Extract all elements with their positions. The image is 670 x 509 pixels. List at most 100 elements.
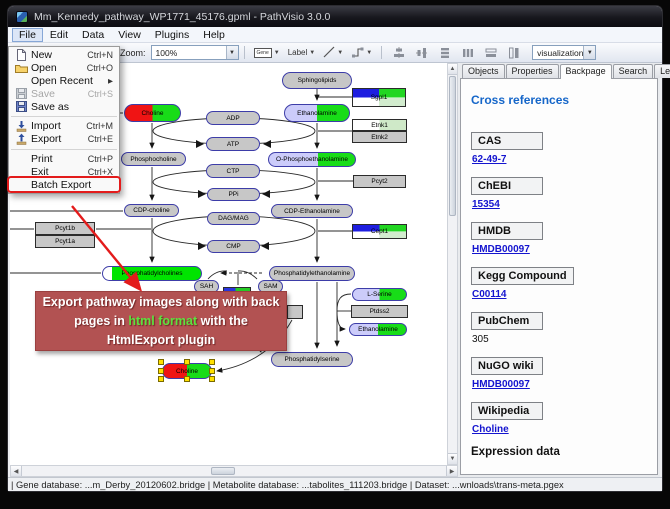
menu-separator — [11, 149, 117, 150]
crossref-entry-cas: CAS62-49-7 — [471, 131, 649, 165]
menu-file[interactable]: File — [12, 28, 43, 42]
visualization-combobox[interactable]: visualization ▼ — [532, 45, 596, 60]
crossref-source-box: Kegg Compound — [471, 267, 574, 285]
node-o-phosphoethanolamine[interactable]: O-Phosphoethanolamine — [268, 152, 356, 167]
file-menu-item-open-recent[interactable]: Open Recent▶ — [9, 75, 119, 88]
tab-search[interactable]: Search — [613, 64, 654, 78]
distribute-vertical-icon[interactable] — [435, 44, 454, 61]
file-menu-item-save-as[interactable]: Save as — [9, 100, 119, 113]
menu-edit[interactable]: Edit — [43, 28, 75, 42]
file-menu-item-new[interactable]: NewCtrl+N — [9, 49, 119, 62]
node-cept1[interactable]: Cept1 — [352, 224, 407, 239]
chevron-down-icon[interactable]: ▼ — [366, 50, 372, 56]
tab-legend[interactable]: Legend — [654, 64, 670, 78]
chevron-down-icon[interactable]: ▼ — [583, 46, 595, 59]
canvas-vertical-scrollbar[interactable]: ▲ ▼ — [447, 63, 458, 465]
node-cdp-ethanolamine[interactable]: CDP-Ethanolamine — [271, 204, 353, 218]
align-center-vertical-icon[interactable] — [389, 44, 408, 61]
node-cmp[interactable]: CMP — [207, 240, 260, 253]
common-width-icon[interactable] — [481, 44, 500, 61]
datanode-tool-button[interactable]: Gene ▼ — [251, 44, 283, 61]
selection-handle[interactable] — [184, 359, 190, 365]
connector-tool-button[interactable]: ▼ — [348, 44, 375, 61]
file-menu-item-exit[interactable]: ExitCtrl+X — [9, 165, 119, 178]
scroll-up-icon[interactable]: ▲ — [448, 64, 457, 75]
menu-help[interactable]: Help — [196, 28, 232, 42]
node-phosphatidylcholines[interactable]: Phosphatidylcholines — [102, 266, 202, 281]
new-document-icon — [13, 49, 29, 61]
align-center-horizontal-icon[interactable] — [412, 44, 431, 61]
zoom-combobox[interactable]: 100% ▼ — [151, 45, 239, 60]
selection-handle[interactable] — [209, 368, 215, 374]
node-phosphatidylethanolamine[interactable]: Phosphatidylethanolamine — [269, 266, 355, 281]
node-etnk1[interactable]: Etnk1 — [352, 119, 407, 131]
crossref-link[interactable]: 15354 — [472, 199, 649, 210]
scroll-down-icon[interactable]: ▼ — [448, 453, 457, 464]
save-icon — [13, 88, 29, 99]
selection-handle[interactable] — [184, 376, 190, 382]
crossref-link[interactable]: HMDB00097 — [472, 244, 649, 255]
node-atp[interactable]: ATP — [206, 137, 260, 151]
node-pcyt1a[interactable]: Pcyt1a — [35, 235, 95, 248]
selection-handle[interactable] — [158, 359, 164, 365]
crossref-source-box: ChEBI — [471, 177, 543, 195]
node-choline-top[interactable]: Choline — [124, 104, 181, 122]
app-icon[interactable] — [16, 11, 28, 23]
chevron-down-icon[interactable]: ▼ — [337, 50, 343, 56]
menu-plugins[interactable]: Plugins — [148, 28, 196, 42]
node-phosphatidylserine[interactable]: Phosphatidylserine — [271, 352, 353, 367]
crossref-link[interactable]: HMDB00097 — [472, 379, 649, 390]
line-tool-button[interactable]: ▼ — [320, 44, 346, 61]
label-tool-button[interactable]: Label ▼ — [285, 44, 319, 61]
menu-view[interactable]: View — [111, 28, 148, 42]
node-pcyt1b[interactable]: Pcyt1b — [35, 222, 95, 235]
crossref-source-box: HMDB — [471, 222, 543, 240]
cross-references-heading: Cross references — [471, 93, 649, 107]
node-cdp-choline[interactable]: CDP-choline — [124, 204, 179, 217]
node-sphingolipids[interactable]: Sphingolipids — [282, 72, 352, 89]
horizontal-scroll-thumb[interactable] — [211, 467, 235, 475]
chevron-down-icon[interactable]: ▼ — [226, 46, 238, 59]
file-menu-item-open[interactable]: OpenCtrl+O — [9, 62, 119, 75]
node-pcyt2[interactable]: Pcyt2 — [353, 175, 406, 188]
node-ppi[interactable]: PPi — [207, 188, 260, 201]
crossref-link[interactable]: C00114 — [472, 289, 649, 300]
tab-properties[interactable]: Properties — [506, 64, 559, 78]
node-ptdss2[interactable]: Ptdss2 — [351, 305, 408, 318]
node-adp[interactable]: ADP — [206, 111, 260, 125]
node-ethanolamine-top[interactable]: Ethanolamine — [284, 104, 350, 122]
selection-handle[interactable] — [209, 376, 215, 382]
scroll-right-icon[interactable]: ▶ — [446, 466, 457, 476]
tab-backpage[interactable]: Backpage — [560, 64, 612, 79]
file-menu-item-save[interactable]: SaveCtrl+S — [9, 87, 119, 100]
node-etnk2[interactable]: Etnk2 — [352, 131, 407, 143]
selection-handle[interactable] — [158, 368, 164, 374]
file-menu-item-import[interactable]: ImportCtrl+M — [9, 120, 119, 133]
node-l-serine[interactable]: L-Serine — [352, 288, 407, 301]
node-covered-box[interactable] — [287, 305, 303, 319]
vertical-scroll-thumb[interactable] — [449, 76, 456, 216]
file-menu-item-batch-export[interactable]: Batch Export — [9, 178, 119, 191]
common-height-icon[interactable] — [504, 44, 523, 61]
crossref-link[interactable]: Choline — [472, 424, 649, 435]
chevron-down-icon[interactable]: ▼ — [309, 50, 315, 56]
zoom-label: Zoom: — [120, 48, 146, 58]
menu-data[interactable]: Data — [75, 28, 111, 42]
chevron-down-icon[interactable]: ▼ — [274, 50, 280, 56]
canvas-horizontal-scrollbar[interactable]: ◀ ▶ — [10, 465, 458, 477]
selection-handle[interactable] — [209, 359, 215, 365]
node-dag-mag[interactable]: DAG/MAG — [207, 212, 260, 225]
selection-handle[interactable] — [158, 376, 164, 382]
scroll-left-icon[interactable]: ◀ — [11, 466, 22, 476]
node-ethanolamine-lower[interactable]: Ethanolamine — [349, 323, 407, 336]
node-sgpl1[interactable]: Sgpl1 — [352, 88, 406, 107]
toolbar-separator — [381, 46, 382, 59]
file-menu-item-export[interactable]: ExportCtrl+E — [9, 133, 119, 146]
file-menu-item-print[interactable]: PrintCtrl+P — [9, 153, 119, 166]
expression-data-heading: Expression data — [471, 446, 649, 458]
node-ctp[interactable]: CTP — [206, 164, 260, 178]
distribute-horizontal-icon[interactable] — [458, 44, 477, 61]
tab-objects[interactable]: Objects — [462, 64, 505, 78]
crossref-link[interactable]: 62-49-7 — [472, 154, 649, 165]
node-phosphocholine[interactable]: Phosphocholine — [121, 152, 186, 166]
